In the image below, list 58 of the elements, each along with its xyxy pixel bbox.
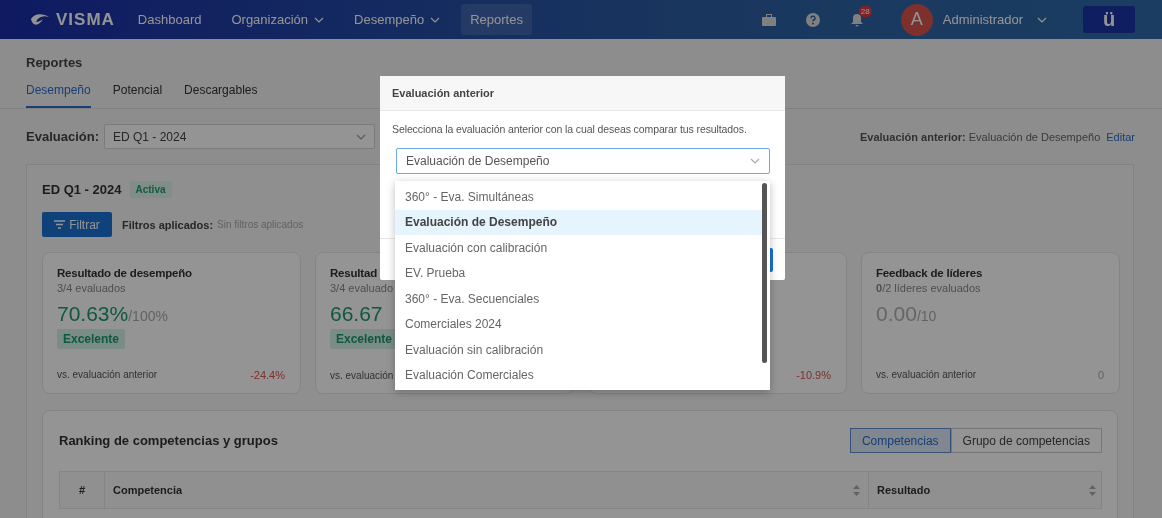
card-subtitle: 3/4 evaluados — [57, 282, 126, 294]
tab[interactable]: Potencial — [112, 78, 163, 108]
ranking-title: Ranking de competencias y grupos — [59, 433, 278, 448]
dropdown-option[interactable]: 360° - Eva. Simultáneas — [395, 184, 762, 210]
dropdown-option[interactable]: EV. Prueba — [395, 260, 762, 286]
page-title: Reportes — [26, 55, 84, 70]
comparison-label: vs. evaluación anterior — [876, 369, 977, 381]
nav-item[interactable]: Dashboard — [128, 4, 211, 35]
logo-text: VISMA — [56, 9, 115, 30]
app-button[interactable]: ü — [1083, 6, 1135, 33]
evaluation-dropdown[interactable]: Evaluación de Desempeño — [396, 148, 770, 174]
toggle-button[interactable]: Grupo de competencias — [950, 428, 1102, 453]
card-subtitle: 3/4 evaluado — [330, 282, 393, 294]
card-subtitle: 0/2 líderes evaluados — [876, 282, 981, 294]
filter-button[interactable]: Filtrar — [42, 212, 112, 237]
delta-value: -24.4% — [250, 369, 285, 381]
modal-text: Selecciona la evaluación anterior con la cual deseas comparar tus resultados. — [392, 123, 748, 135]
previous-evaluation-text: Evaluación anterior: Evaluación de Desempeño — [859, 130, 1101, 143]
scrollbar[interactable] — [762, 183, 767, 363]
comparison-label: vs. evaluación — [330, 370, 394, 381]
dropdown-option[interactable]: Evaluación Comerciales — [395, 362, 762, 388]
nav-item[interactable]: Organización — [222, 4, 334, 35]
column-header: Resultado — [877, 484, 931, 496]
comparison-label: vs. evaluación anterior — [57, 369, 158, 381]
status-badge: Activa — [129, 181, 172, 198]
tab[interactable]: Desempeño — [26, 78, 91, 108]
column-header: Competencia — [113, 484, 183, 496]
toggle-button[interactable]: Competencias — [849, 428, 951, 453]
card-score: 66.67 — [330, 302, 383, 326]
edit-link[interactable]: Editar — [1106, 130, 1135, 143]
evaluation-label: Evaluación: — [26, 129, 99, 144]
card-title: Resultado de desempeño — [57, 267, 192, 279]
filter-icon — [54, 220, 66, 229]
card-title: Feedback de líderes — [876, 267, 983, 279]
user-menu[interactable]: Administrador — [942, 12, 1047, 27]
notification-badge: 28 — [858, 6, 872, 17]
tab[interactable]: Descargables — [184, 78, 258, 108]
nav-item[interactable]: Desempeño — [345, 4, 450, 35]
chevron-down-icon — [1037, 16, 1047, 23]
card-title: Resultad — [330, 267, 377, 279]
avatar[interactable]: A — [900, 3, 933, 36]
evaluation-title: ED Q1 - 2024 — [42, 182, 122, 197]
dropdown-option[interactable]: 360° - Eva. Secuenciales — [395, 286, 762, 312]
dropdown-option[interactable]: Evaluación de Desempeño — [395, 209, 762, 235]
filters-label: Filtros aplicados: — [122, 218, 214, 231]
dropdown-option[interactable]: Evaluación con calibración — [395, 235, 762, 261]
sort-icon[interactable] — [853, 484, 860, 496]
card-score: 70.63% — [57, 302, 129, 326]
rating-badge: Excelente — [57, 329, 126, 349]
column-header: # — [78, 484, 86, 496]
chevron-down-icon — [355, 133, 366, 140]
delta-value: -10.9% — [796, 369, 831, 381]
logo-swoosh-icon — [30, 12, 50, 27]
evaluation-select[interactable]: ED Q1 - 2024 — [103, 124, 375, 149]
modal-title: Evaluación anterior — [392, 87, 495, 99]
chevron-down-icon — [750, 158, 760, 164]
sort-icon[interactable] — [1089, 484, 1096, 496]
bell-icon[interactable] — [850, 12, 863, 27]
